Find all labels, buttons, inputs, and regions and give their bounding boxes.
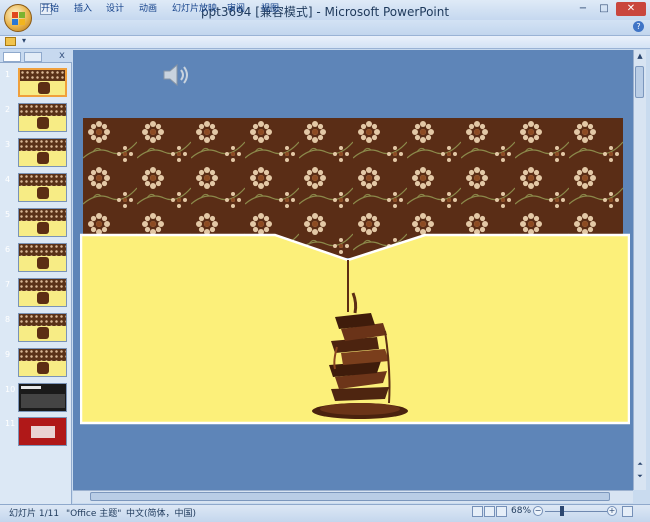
slide-thumbnail[interactable]	[18, 173, 67, 202]
thumbnail-number: 8	[5, 315, 11, 324]
zoom-in-button[interactable]: +	[607, 506, 617, 516]
tab-slideshow[interactable]: 幻灯片放映	[172, 1, 217, 14]
thumbnail-number: 3	[5, 140, 11, 149]
zoom-slider-knob[interactable]	[560, 506, 564, 516]
thumbnail-number: 5	[5, 210, 11, 219]
vertical-scrollbar[interactable]	[633, 50, 646, 490]
slides-panel-close-icon[interactable]: x	[59, 50, 65, 61]
tab-design[interactable]: 设计	[106, 1, 124, 14]
thumbnail-number: 4	[5, 175, 11, 184]
thumbnail-number: 11	[5, 419, 16, 428]
zoom-out-button[interactable]: −	[533, 506, 543, 516]
slide-thumbnail[interactable]	[18, 383, 67, 412]
ribbon-tab-bar	[0, 20, 650, 35]
thumbnail-number: 1	[5, 70, 11, 79]
tab-review[interactable]: 审阅	[227, 1, 245, 14]
slide-thumbnail[interactable]	[18, 417, 67, 446]
slide-thumbnail[interactable]	[18, 278, 67, 307]
tab-animations[interactable]: 动画	[139, 1, 157, 14]
thumbnail-number: 10	[5, 385, 16, 394]
ribbon-collapsed	[0, 35, 650, 49]
horizontal-scroll-thumb[interactable]	[90, 492, 610, 501]
office-button[interactable]	[4, 4, 32, 32]
slide-thumbnail[interactable]	[18, 103, 67, 132]
tab-slides[interactable]	[3, 52, 21, 62]
scroll-up-arrow-icon[interactable]: ▲	[634, 52, 646, 60]
zoom-level[interactable]: 68%	[511, 506, 531, 516]
help-button[interactable]: ?	[633, 21, 644, 32]
tab-insert[interactable]: 插入	[74, 1, 92, 14]
previous-slide-icon[interactable]: ⏶	[634, 460, 646, 469]
office-logo-icon	[12, 12, 25, 25]
slide-thumbnail[interactable]	[18, 208, 67, 237]
theme-name: "Office 主题"	[66, 509, 122, 519]
zoom-slider[interactable]	[545, 511, 607, 512]
maximize-button[interactable]: □	[597, 2, 611, 16]
window-title: ppt3694 [兼容模式] - Microsoft PowerPoint	[200, 5, 450, 19]
chocolate-stack-image	[312, 292, 408, 419]
fit-to-window-button[interactable]	[622, 506, 633, 517]
slide-thumbnail[interactable]	[18, 138, 67, 167]
slide-thumbnail[interactable]	[18, 348, 67, 377]
tab-home[interactable]: 开始	[41, 1, 59, 14]
slide-thumbnail[interactable]	[18, 313, 67, 342]
thumbnail-number: 2	[5, 105, 11, 114]
language-indicator[interactable]: 中文(简体，中国)	[126, 506, 196, 519]
slide-thumbnail[interactable]	[18, 68, 67, 97]
slide-thumbnail[interactable]	[18, 243, 67, 272]
vertical-scroll-thumb[interactable]	[635, 66, 644, 98]
normal-view-button[interactable]	[472, 506, 483, 517]
thumbnail-number: 6	[5, 245, 11, 254]
close-button[interactable]: ✕	[616, 2, 646, 16]
next-slide-icon[interactable]: ⏷	[634, 472, 646, 481]
sound-speaker-icon[interactable]	[162, 62, 192, 88]
thumbnail-number: 9	[5, 350, 11, 359]
thumbnail-number: 7	[5, 280, 11, 289]
slide-counter: 幻灯片 1/11	[9, 509, 60, 519]
slide-sorter-view-button[interactable]	[484, 506, 495, 517]
slideshow-view-button[interactable]	[496, 506, 507, 517]
tab-outline[interactable]	[24, 52, 42, 62]
customize-qat-arrow-icon[interactable]: ▾	[22, 36, 26, 45]
minimize-button[interactable]: −	[576, 2, 590, 16]
open-folder-icon[interactable]	[5, 37, 16, 46]
tab-view[interactable]: 视图	[261, 1, 279, 14]
